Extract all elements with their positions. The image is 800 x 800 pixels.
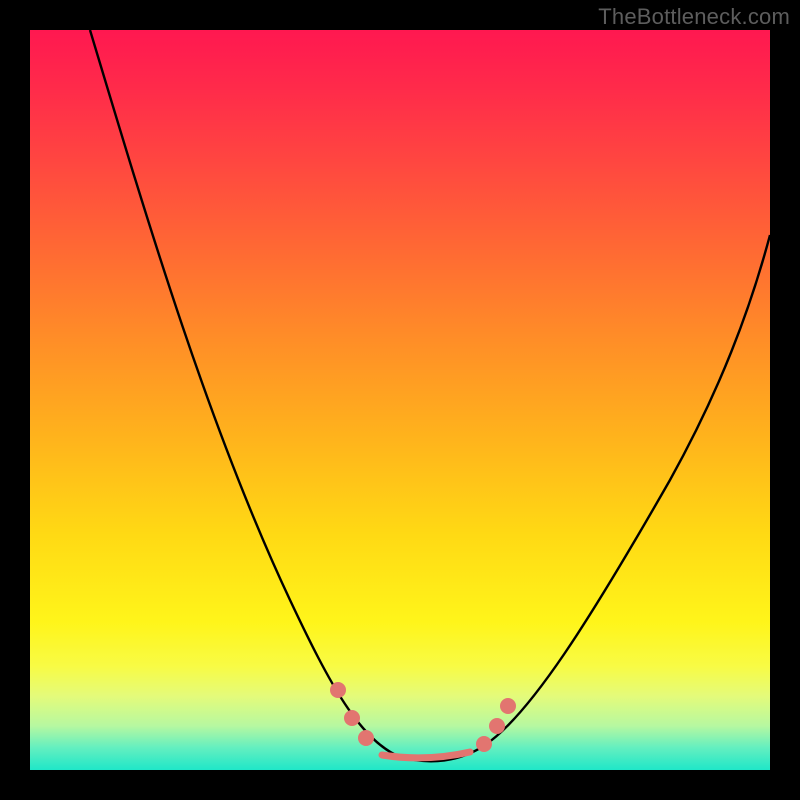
marker-dot (344, 710, 360, 726)
chart-frame: TheBottleneck.com (0, 0, 800, 800)
marker-dot (330, 682, 346, 698)
bottom-flat-segment (382, 752, 470, 758)
bottleneck-curve (90, 30, 770, 761)
marker-dot (476, 736, 492, 752)
plot-area (30, 30, 770, 770)
watermark-text: TheBottleneck.com (598, 4, 790, 30)
marker-dot (489, 718, 505, 734)
marker-dot (500, 698, 516, 714)
curve-markers (330, 682, 516, 752)
marker-dot (358, 730, 374, 746)
curve-layer (30, 30, 770, 770)
